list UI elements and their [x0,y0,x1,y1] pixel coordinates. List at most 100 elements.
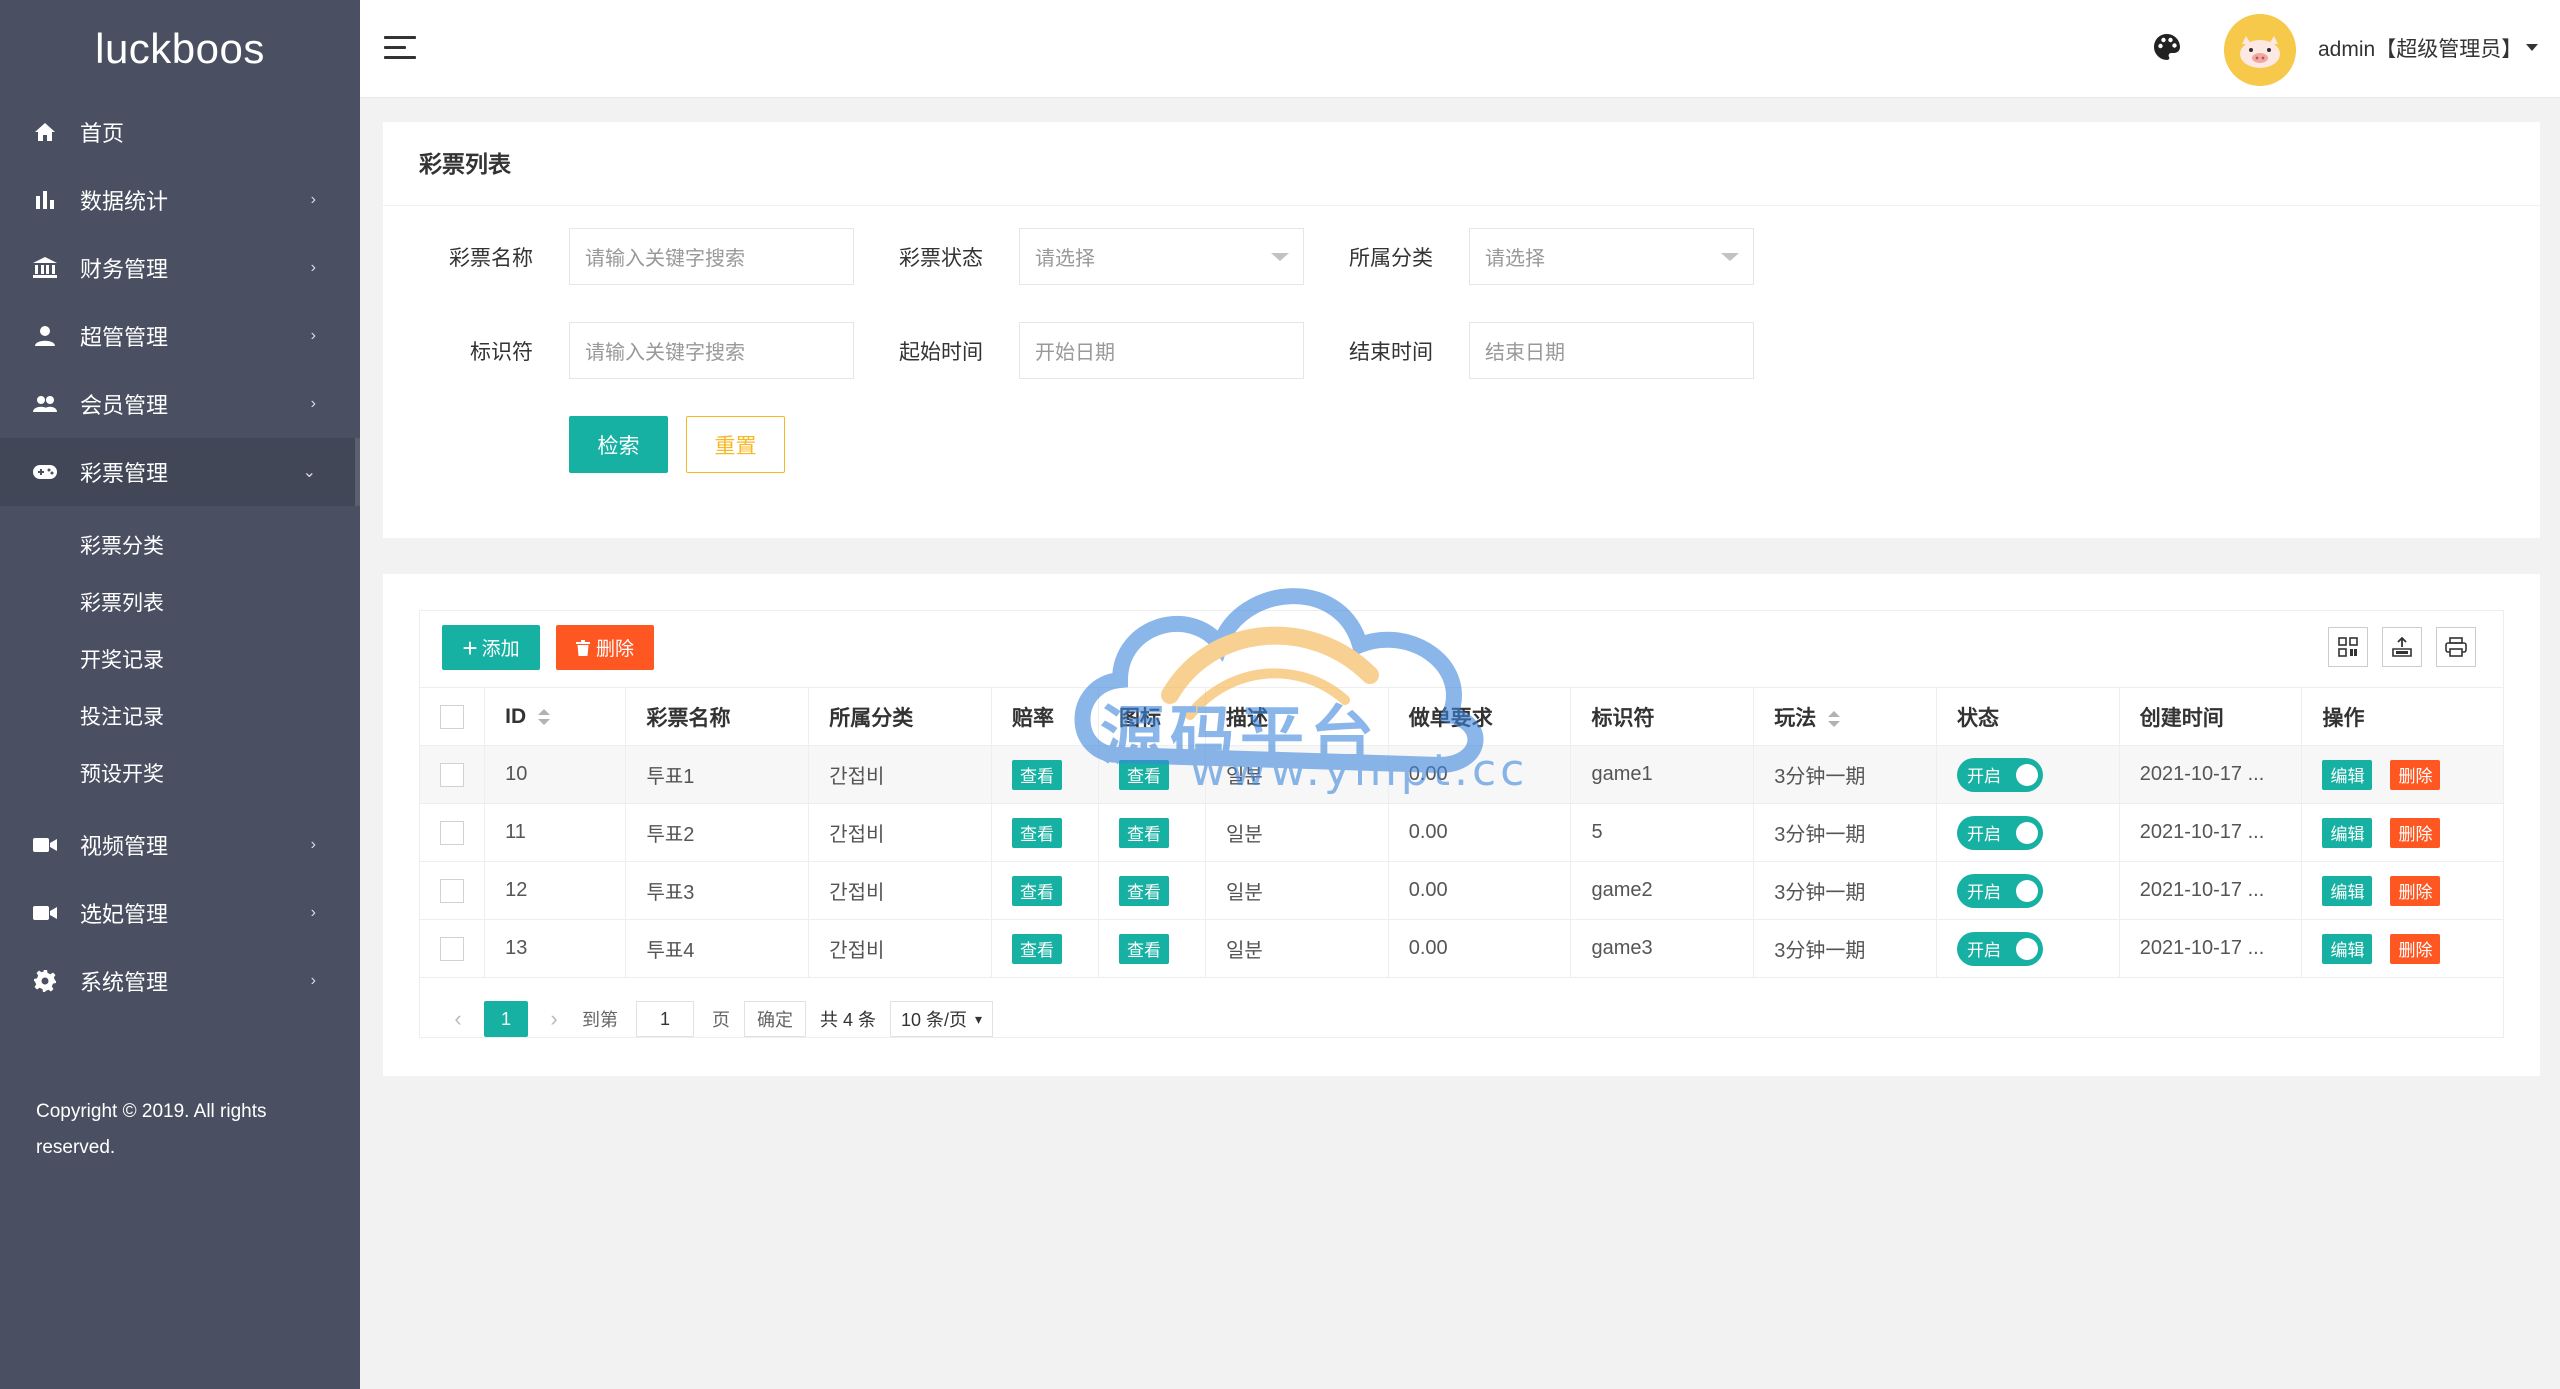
delete-row-button[interactable]: 删除 [2390,933,2441,964]
cell-key: game1 [1570,745,1755,804]
sidebar-item-label: 彩票管理 [80,461,169,486]
toggle-label: 开启 [1966,883,2001,902]
col-actions: 操作 [2301,687,2503,746]
toggle-knob [2015,763,2038,786]
subitem-lottery-category[interactable]: 彩票分类 [0,516,360,573]
add-button[interactable]: + 添加 [442,625,540,670]
bar-chart-icon [32,187,58,213]
status-select-value: 请选择 [1035,248,1095,270]
cell-desc: 일분 [1205,919,1389,978]
goto-confirm-button[interactable]: 确定 [744,1001,806,1037]
subitem-preset-draw[interactable]: 预设开奖 [0,744,360,801]
chevron-right-icon: › [310,972,316,989]
sidebar-item-video[interactable]: 视频管理 › [0,811,360,879]
subitem-bet-records[interactable]: 投注记录 [0,687,360,744]
col-requirement: 做单要求 [1388,687,1572,746]
subitem-lottery-list[interactable]: 彩票列表 [0,573,360,630]
print-icon[interactable] [2436,627,2476,667]
chevron-down-icon [1721,253,1739,261]
status-toggle[interactable]: 开启 [1956,873,2043,908]
table-panel: + 添加 删除 ID 彩票名称 所属分类 赔率 图标 描述 做单要求 标识符 玩… [383,574,2540,1076]
search-button[interactable]: 检索 [569,416,668,473]
sidebar-item-members[interactable]: 会员管理 › [0,370,360,438]
delete-row-button[interactable]: 删除 [2390,817,2441,848]
goto-page-input[interactable]: 1 [636,1001,694,1037]
start-date-input[interactable]: 开始日期 [1019,322,1304,379]
gamepad-icon [32,459,58,485]
edit-button[interactable]: 编辑 [2322,933,2373,964]
table-header-row: ID 彩票名称 所属分类 赔率 图标 描述 做单要求 标识符 玩法 状态 创建时… [420,687,2503,746]
edit-button[interactable]: 编辑 [2322,759,2373,790]
sidebar-item-label: 视频管理 [80,834,169,859]
add-button-label: 添加 [481,639,520,660]
user-menu[interactable]: admin【超级管理员】 [2318,33,2522,63]
row-checkbox[interactable] [440,878,464,903]
view-odds-button[interactable]: 查看 [1011,875,1062,906]
view-icon-button[interactable]: 查看 [1118,933,1169,964]
row-checkbox[interactable] [440,762,464,787]
view-icon-button[interactable]: 查看 [1118,875,1169,906]
avatar[interactable] [2224,14,2296,86]
caret-down-icon[interactable] [2526,44,2538,51]
cell-icon: 查看 [1098,745,1206,804]
cell-category: 간접비 [808,861,992,920]
sidebar-item-lottery[interactable]: 彩票管理 ⌄ [0,438,360,506]
top-header: admin【超级管理员】 [360,0,2560,98]
palette-icon[interactable] [2152,32,2182,62]
columns-filter-icon[interactable] [2328,627,2368,667]
row-checkbox[interactable] [440,820,464,845]
sort-icon[interactable] [538,708,551,725]
delete-row-button[interactable]: 删除 [2390,875,2441,906]
sort-icon[interactable] [1828,710,1841,727]
status-toggle[interactable]: 开启 [1956,757,2043,792]
page-size-select[interactable]: 10 条/页 ▾ [890,1001,994,1037]
view-icon-button[interactable]: 查看 [1118,759,1169,790]
cell-id: 11 [484,803,627,862]
key-search-input[interactable]: 请输入关键字搜索 [569,322,854,379]
sidebar-item-home[interactable]: 首页 [0,98,360,166]
prev-page-icon[interactable]: ‹ [440,1001,476,1037]
cell-name: 투표4 [625,919,810,978]
end-date-input[interactable]: 结束日期 [1469,322,1754,379]
delete-row-button[interactable]: 删除 [2390,759,2441,790]
menu-toggle-icon[interactable] [384,36,416,60]
status-toggle[interactable]: 开启 [1956,815,2043,850]
next-page-icon[interactable]: › [536,1001,572,1037]
select-all-cell [420,687,486,746]
table-row: 10 투표1 간접비 查看 查看 일분 0.00 game1 3分钟一期 开启 2021-10-17… [420,745,2503,804]
subitem-draw-records[interactable]: 开奖记录 [0,630,360,687]
category-select[interactable]: 请选择 [1469,228,1754,285]
sidebar-item-system[interactable]: 系统管理 › [0,947,360,1015]
view-icon-button[interactable]: 查看 [1118,817,1169,848]
sidebar-item-stats[interactable]: 数据统计 › [0,166,360,234]
view-odds-button[interactable]: 查看 [1011,817,1062,848]
col-play[interactable]: 玩法 [1753,687,1937,746]
status-select[interactable]: 请选择 [1019,228,1304,285]
view-odds-button[interactable]: 查看 [1011,759,1062,790]
name-search-input[interactable]: 请输入关键字搜索 [569,228,854,285]
total-count: 共 4 条 [820,1010,877,1030]
sidebar-item-select[interactable]: 选妃管理 › [0,879,360,947]
sidebar-item-finance[interactable]: 财务管理 › [0,234,360,302]
row-checkbox[interactable] [440,936,464,961]
toggle-knob [2015,879,2038,902]
toggle-label: 开启 [1966,767,2001,786]
edit-button[interactable]: 编辑 [2322,875,2373,906]
edit-button[interactable]: 编辑 [2322,817,2373,848]
sidebar-item-admins[interactable]: 超管管理 › [0,302,360,370]
batch-delete-button[interactable]: 删除 [556,625,654,670]
select-all-checkbox[interactable] [440,704,464,729]
cell-play: 3分钟一期 [1753,745,1937,804]
sidebar: luckboos 首页 数据统计 › 财务管理 › 超管管理 › 会员管理 › [0,0,360,1389]
page-current[interactable]: 1 [484,1001,528,1037]
sidebar-item-label: 首页 [80,121,125,146]
export-icon[interactable] [2382,627,2422,667]
view-odds-button[interactable]: 查看 [1011,933,1062,964]
cell-odds: 查看 [991,919,1099,978]
pagination: ‹ 1 › 到第 1 页 确定 共 4 条 10 条/页 ▾ [440,1001,994,1037]
reset-button[interactable]: 重置 [686,416,785,473]
status-toggle[interactable]: 开启 [1956,931,2043,966]
col-id[interactable]: ID [484,687,627,746]
toggle-label: 开启 [1966,825,2001,844]
cell-category: 간접비 [808,745,992,804]
